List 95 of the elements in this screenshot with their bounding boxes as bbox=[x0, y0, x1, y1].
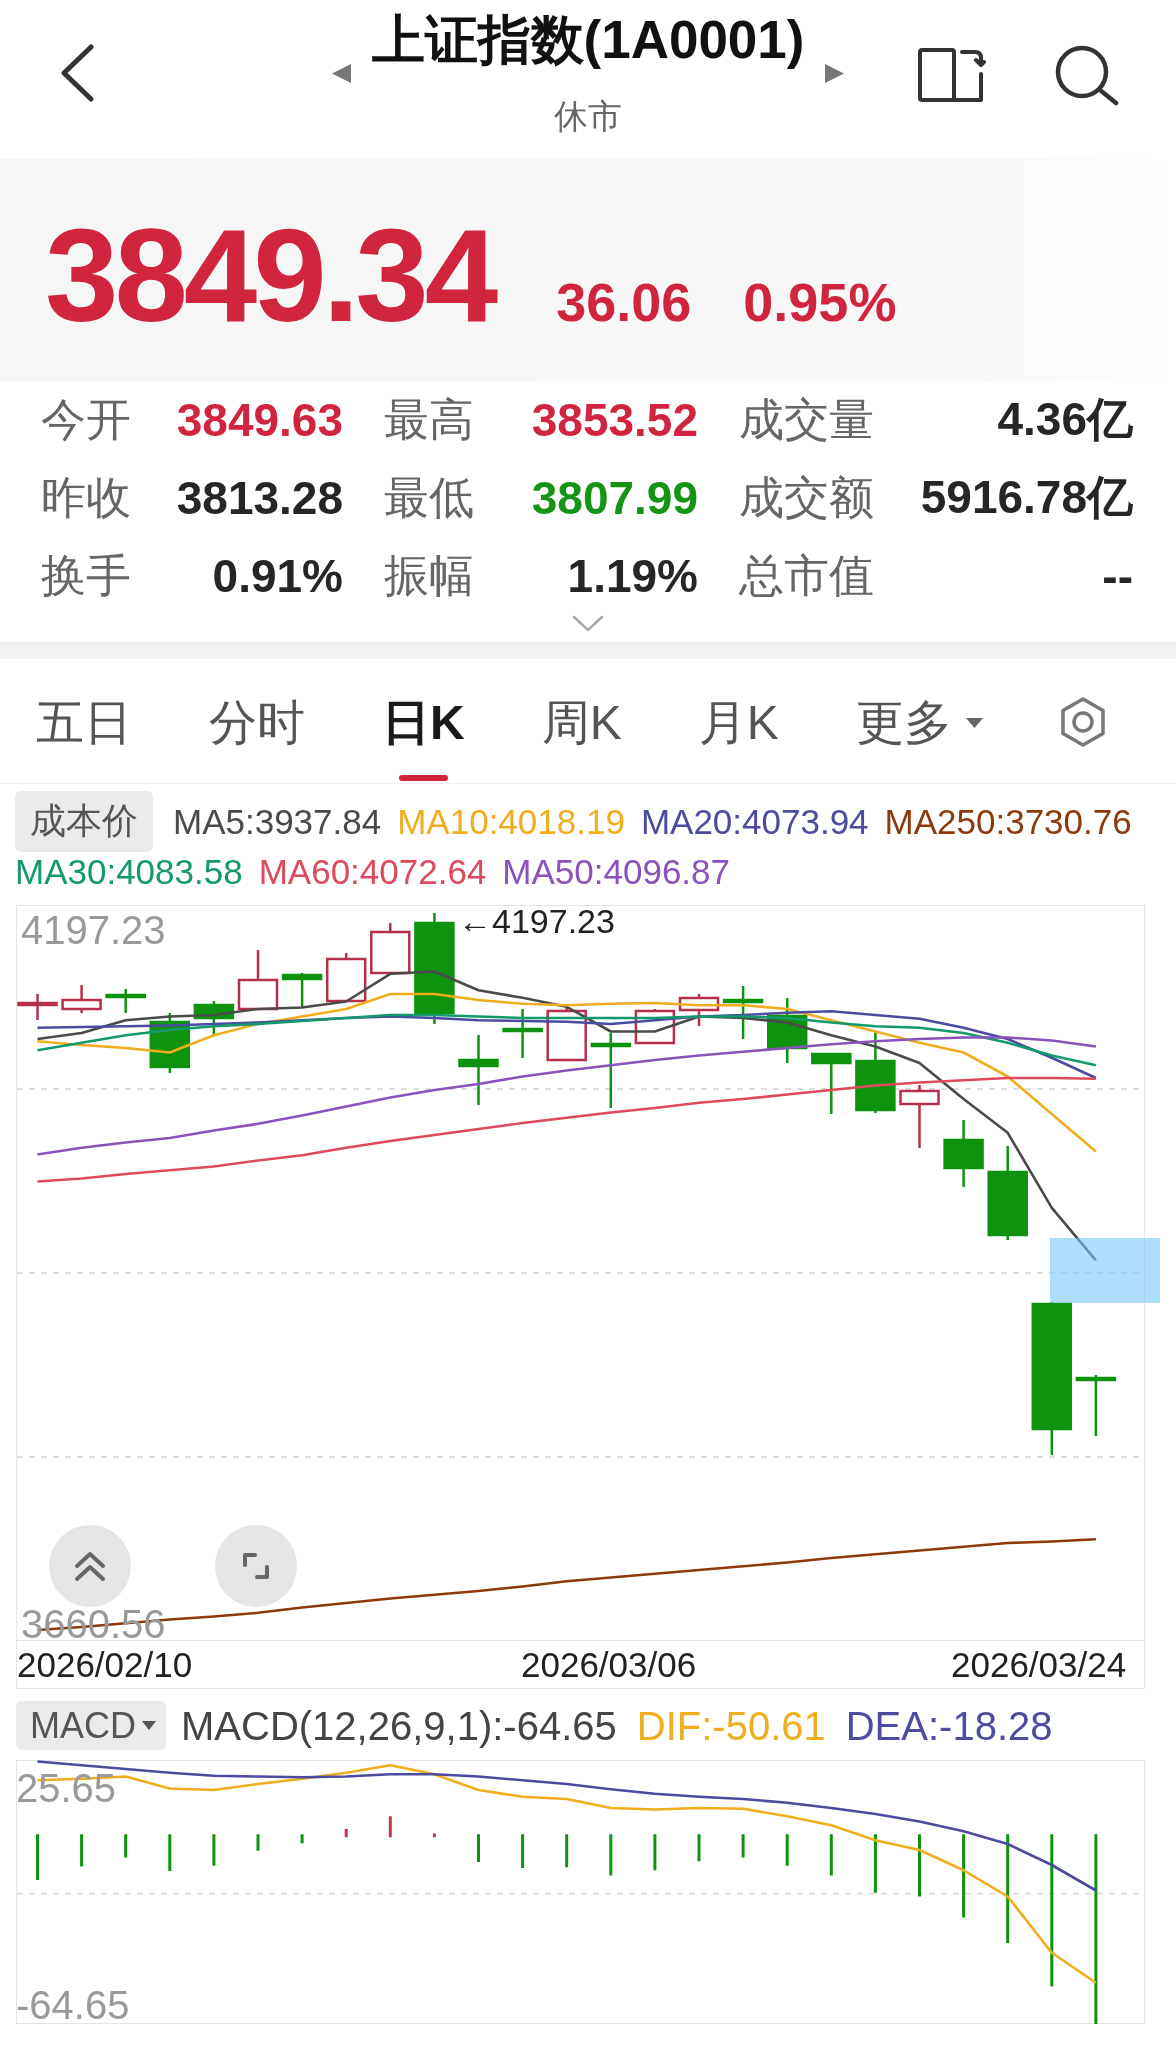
stock-title: 上证指数(1A0001) bbox=[371, 10, 805, 70]
caret-right-icon[interactable] bbox=[825, 64, 845, 83]
candle bbox=[943, 1120, 984, 1187]
candle bbox=[193, 1001, 235, 1035]
histogram-bar bbox=[697, 1834, 701, 1862]
candle bbox=[722, 986, 764, 1039]
histogram-bar bbox=[785, 1834, 789, 1866]
corner-brackets-icon bbox=[243, 1553, 269, 1579]
candle bbox=[811, 1052, 852, 1114]
date-label: 2026/02/10 bbox=[17, 1644, 194, 1685]
period-tab[interactable]: 五日 bbox=[36, 659, 132, 783]
stat-label: 昨收 bbox=[41, 471, 131, 525]
stat-value: 3849.63 bbox=[176, 393, 343, 447]
moving-average-value: MA50:4096.87 bbox=[502, 852, 730, 892]
change-percent: 0.95% bbox=[743, 271, 897, 333]
peak-price-label: ←4197.23 bbox=[458, 902, 615, 940]
indicator-axis-label: 25.65 bbox=[16, 1766, 117, 1810]
candle bbox=[281, 973, 323, 1007]
histogram-bar bbox=[477, 1834, 480, 1862]
indicator-value: DIF:-50.61 bbox=[636, 1702, 826, 1749]
histogram-bar bbox=[918, 1834, 921, 1897]
stat-label: 最低 bbox=[384, 471, 474, 525]
settings-icon[interactable] bbox=[1060, 697, 1106, 747]
period-tab[interactable]: 周K bbox=[541, 659, 622, 783]
indicator-axis-label: -64.65 bbox=[16, 1983, 130, 2027]
stat-value: 5916.78亿 bbox=[920, 470, 1133, 525]
candle bbox=[370, 923, 411, 975]
macd-reading: MACD(12,26,9,1):-64.65 bbox=[181, 1702, 617, 1749]
moving-average-value: MA5:3937.84 bbox=[173, 801, 382, 842]
search-icon[interactable] bbox=[1054, 44, 1120, 106]
candle bbox=[105, 989, 146, 1013]
candle bbox=[325, 953, 367, 1003]
double-chevron-icon bbox=[74, 1550, 106, 1582]
histogram-bar bbox=[521, 1834, 525, 1868]
histogram-bar bbox=[300, 1834, 304, 1844]
histogram-bar bbox=[432, 1833, 436, 1838]
stat-value: 3807.99 bbox=[531, 471, 698, 525]
histogram-bar bbox=[36, 1834, 39, 1880]
period-tab[interactable]: 月K bbox=[698, 659, 779, 783]
histogram-bar bbox=[873, 1834, 877, 1893]
candle bbox=[766, 998, 808, 1063]
histogram-bar bbox=[609, 1834, 613, 1876]
moving-average-value: MA250:3730.76 bbox=[884, 801, 1132, 842]
histogram-bar bbox=[653, 1834, 657, 1871]
indicator-value: DEA:-18.28 bbox=[845, 1702, 1053, 1749]
date-label: 2026/03/24 bbox=[951, 1644, 1128, 1685]
histogram-bar bbox=[212, 1834, 216, 1866]
histogram-bar bbox=[829, 1834, 833, 1876]
stat-label: 最高 bbox=[384, 393, 474, 447]
histogram-bar bbox=[256, 1834, 260, 1851]
caret-left-icon[interactable] bbox=[331, 64, 351, 83]
price-axis-label: 4197.23 bbox=[21, 908, 166, 952]
histogram-bar bbox=[124, 1834, 128, 1858]
stat-label: 换手 bbox=[41, 549, 131, 603]
stat-label: 成交额 bbox=[739, 471, 874, 525]
stat-label: 今开 bbox=[41, 393, 131, 447]
period-tab[interactable]: 日K bbox=[382, 659, 465, 783]
candle bbox=[546, 1005, 587, 1062]
date-label: 2026/03/06 bbox=[521, 1644, 698, 1685]
stat-value: 3813.28 bbox=[176, 471, 343, 525]
candle bbox=[1075, 1375, 1117, 1436]
candle bbox=[237, 950, 279, 1011]
candle bbox=[502, 1009, 543, 1058]
histogram-bar bbox=[388, 1816, 392, 1838]
back-icon[interactable] bbox=[58, 44, 96, 102]
moving-average-value: MA60:4072.64 bbox=[258, 852, 487, 892]
period-tab[interactable]: 分时 bbox=[209, 659, 305, 783]
cost-price-button[interactable]: 成本价 bbox=[15, 791, 153, 852]
moving-average-value: MA30:4083.58 bbox=[15, 852, 243, 892]
stat-value: -- bbox=[1102, 549, 1133, 603]
caret-down-icon bbox=[965, 718, 983, 728]
histogram-bar bbox=[741, 1834, 745, 1858]
market-status: 休市 bbox=[554, 96, 622, 137]
stat-value: 4.36亿 bbox=[997, 392, 1133, 447]
moving-average-value: MA20:4073.94 bbox=[640, 801, 869, 842]
period-tab[interactable]: 更多 bbox=[855, 659, 983, 783]
candle bbox=[899, 1085, 940, 1148]
stat-value: 1.19% bbox=[567, 549, 698, 603]
candle bbox=[61, 985, 102, 1013]
stat-value: 3853.52 bbox=[531, 393, 698, 447]
candle bbox=[678, 994, 720, 1026]
stat-label: 成交量 bbox=[739, 393, 874, 447]
stat-label: 振幅 bbox=[384, 549, 474, 603]
moving-average-value: MA10:4018.19 bbox=[397, 801, 625, 842]
histogram-bar bbox=[80, 1834, 84, 1867]
stat-label: 总市值 bbox=[739, 549, 874, 603]
stat-value: 0.91% bbox=[212, 549, 343, 603]
histogram-bar bbox=[565, 1834, 569, 1868]
price-change: 36.06 bbox=[556, 271, 692, 333]
histogram-bar bbox=[168, 1834, 172, 1871]
histogram-bar bbox=[344, 1829, 348, 1838]
candle bbox=[458, 1035, 499, 1105]
indicator-selector[interactable]: MACD bbox=[16, 1701, 166, 1750]
caret-down-icon bbox=[142, 1721, 156, 1730]
last-price: 3849.34 bbox=[45, 210, 495, 342]
